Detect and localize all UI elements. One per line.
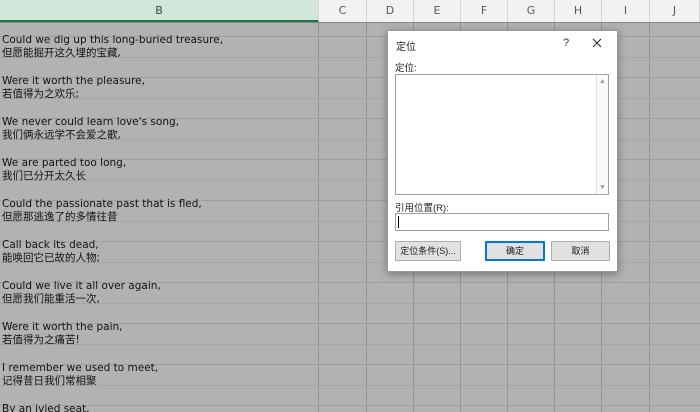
goto-list[interactable]: ▲ ▼ xyxy=(395,74,609,195)
ok-button[interactable]: 确定 xyxy=(485,241,545,261)
scroll-up-icon[interactable]: ▲ xyxy=(598,77,607,86)
column-header-row: B C D E F G H I J xyxy=(0,0,700,23)
column-header-j[interactable]: J xyxy=(650,0,700,22)
column-header-e[interactable]: E xyxy=(414,0,461,22)
spreadsheet: B C D E F G H I J Could we dig up this l… xyxy=(0,0,700,412)
column-header-i[interactable]: I xyxy=(602,0,650,22)
text-caret xyxy=(398,216,399,228)
cancel-button[interactable]: 取消 xyxy=(551,241,610,261)
scroll-down-icon[interactable]: ▼ xyxy=(598,183,607,192)
close-button[interactable] xyxy=(588,35,606,51)
goto-dialog: 定位 ? 定位: ▲ ▼ 引用位置(R): 定位条件(S)... 确定 取消 xyxy=(387,30,618,272)
reference-label: 引用位置(R): xyxy=(395,203,449,214)
special-button[interactable]: 定位条件(S)... xyxy=(395,241,461,261)
goto-label: 定位: xyxy=(395,63,417,74)
column-header-h[interactable]: H xyxy=(555,0,602,22)
reference-input[interactable] xyxy=(395,213,609,231)
list-scrollbar[interactable]: ▲ ▼ xyxy=(596,75,608,194)
dialog-title: 定位 xyxy=(396,42,416,53)
help-button[interactable]: ? xyxy=(558,35,574,51)
close-icon xyxy=(592,38,602,48)
column-header-b[interactable]: B xyxy=(0,0,319,22)
column-header-d[interactable]: D xyxy=(367,0,414,22)
column-header-f[interactable]: F xyxy=(461,0,508,22)
column-header-c[interactable]: C xyxy=(319,0,367,22)
column-header-g[interactable]: G xyxy=(508,0,555,22)
